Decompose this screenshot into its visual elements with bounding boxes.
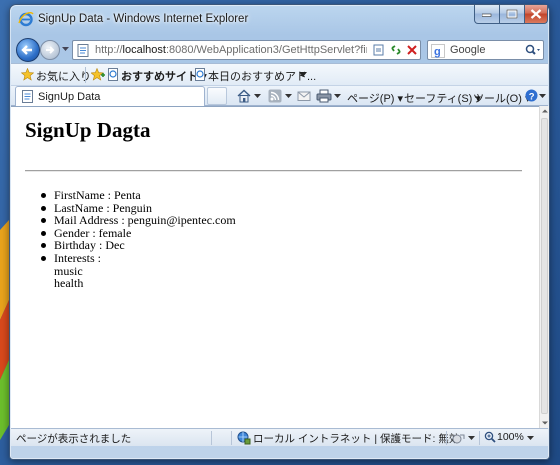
add-to-favorites-bar-icon[interactable] — [91, 68, 105, 81]
home-dropdown-icon[interactable] — [254, 94, 261, 99]
print-icon[interactable] — [316, 89, 332, 103]
tab-title: SignUp Data — [38, 91, 101, 103]
interest-item: health — [54, 276, 84, 291]
favorites-bar: お気に入り おすすめサイト ▾ 本日のおすすめアド... — [11, 63, 548, 85]
read-mail-icon[interactable] — [297, 89, 312, 103]
search-input[interactable]: Google — [450, 44, 485, 56]
page-content: SignUp Dagta FirstName : Penta LastName … — [11, 106, 539, 428]
address-bar[interactable]: http://localhost:8080/WebApplication3/Ge… — [72, 40, 421, 60]
zoom-level[interactable]: 100% — [497, 431, 524, 443]
google-search-provider-icon[interactable]: g — [431, 44, 445, 58]
popup-blocker-icon[interactable] — [452, 432, 466, 445]
field-firstname: FirstName : Penta — [39, 189, 509, 202]
signup-field-list: FirstName : Penta LastName : Penguin Mai… — [39, 189, 509, 290]
scrollbar-thumb[interactable] — [541, 118, 548, 414]
suggested-sites-link[interactable]: おすすめサイト ▾ — [121, 68, 207, 84]
favorites-separator — [85, 67, 86, 83]
field-mail-address: Mail Address : penguin@ipentec.com — [39, 214, 509, 227]
scroll-up-arrow-icon[interactable] — [540, 106, 550, 116]
help-dropdown-icon[interactable] — [539, 94, 546, 99]
address-url[interactable]: http://localhost:8080/WebApplication3/Ge… — [95, 44, 367, 56]
minimize-icon — [482, 13, 492, 17]
search-icon[interactable] — [525, 44, 541, 57]
close-icon — [530, 9, 542, 19]
compatibility-view-icon[interactable] — [372, 43, 386, 57]
favorites-button[interactable]: お気に入り — [36, 68, 91, 84]
close-window-button[interactable] — [525, 5, 548, 24]
web-slice-dropdown-icon[interactable] — [299, 72, 307, 77]
vertical-scrollbar[interactable] — [539, 106, 549, 428]
security-zone-text[interactable]: ローカル イントラネット | 保護モード: 無効 — [253, 431, 459, 446]
safety-menu[interactable]: セーフティ(S) ▾ — [404, 90, 481, 106]
horizontal-rule — [25, 170, 522, 172]
svg-text:g: g — [434, 46, 441, 58]
page-heading: SignUp Dagta — [25, 118, 151, 142]
popup-dropdown-icon[interactable] — [468, 436, 475, 441]
zoom-icon[interactable] — [484, 431, 496, 444]
web-slice-page-icon — [195, 68, 205, 81]
stop-icon[interactable] — [405, 43, 419, 57]
page-icon — [77, 44, 89, 57]
interest-list: music health — [39, 263, 509, 291]
maximize-button[interactable] — [500, 5, 525, 24]
page-menu[interactable]: ページ(P) ▾ — [347, 90, 403, 106]
address-row: http://localhost:8080/WebApplication3/Ge… — [10, 35, 549, 65]
field-birthday: Birthday : Dec — [39, 239, 509, 252]
tab-signup-data[interactable]: SignUp Data — [15, 86, 205, 106]
forward-arrow-icon — [46, 46, 55, 54]
internet-explorer-icon — [18, 12, 34, 27]
title-bar[interactable]: SignUp Data - Windows Internet Explorer — [10, 5, 549, 35]
maximize-icon — [506, 9, 518, 19]
refresh-icon[interactable] — [389, 43, 403, 57]
search-box[interactable]: g Google — [427, 40, 544, 60]
back-button[interactable] — [16, 38, 40, 62]
status-bar: ページが表示されました ローカル イントラネット | 保護モード: 無効 100… — [11, 428, 548, 446]
field-interests: Interests : music health — [39, 252, 509, 290]
intranet-zone-icon — [237, 431, 251, 445]
window-title: SignUp Data - Windows Internet Explorer — [38, 13, 249, 25]
interests-label: Interests : — [54, 250, 101, 265]
interest-item: music — [54, 263, 83, 278]
status-divider — [211, 431, 212, 445]
status-divider — [231, 431, 232, 445]
feeds-dropdown-icon[interactable] — [285, 94, 292, 99]
zoom-dropdown-icon[interactable] — [527, 436, 534, 441]
tab-page-icon — [22, 90, 33, 103]
feeds-icon[interactable] — [268, 89, 282, 103]
favorites-star-icon — [21, 68, 34, 81]
back-arrow-icon — [21, 45, 32, 55]
recent-pages-dropdown-icon[interactable] — [62, 47, 69, 52]
svg-text:?: ? — [529, 91, 535, 102]
forward-button[interactable] — [40, 40, 60, 60]
minimize-button[interactable] — [474, 5, 500, 24]
ie-window: SignUp Data - Windows Internet Explorer … — [9, 4, 550, 460]
status-divider — [446, 431, 447, 445]
home-icon[interactable] — [237, 89, 251, 103]
suggested-sites-page-icon — [108, 68, 118, 81]
tools-menu[interactable]: ツール(O) ▾ — [473, 90, 530, 106]
status-text: ページが表示されました — [16, 433, 132, 445]
help-icon[interactable]: ? — [525, 89, 538, 102]
new-tab-button[interactable] — [207, 87, 227, 105]
command-bar: SignUp Data ページ(P) ▾ セーフティ(S) ▾ ツール(O) ▾… — [11, 85, 548, 106]
status-divider — [479, 431, 480, 445]
print-dropdown-icon[interactable] — [334, 94, 341, 99]
scroll-down-arrow-icon[interactable] — [540, 418, 550, 428]
